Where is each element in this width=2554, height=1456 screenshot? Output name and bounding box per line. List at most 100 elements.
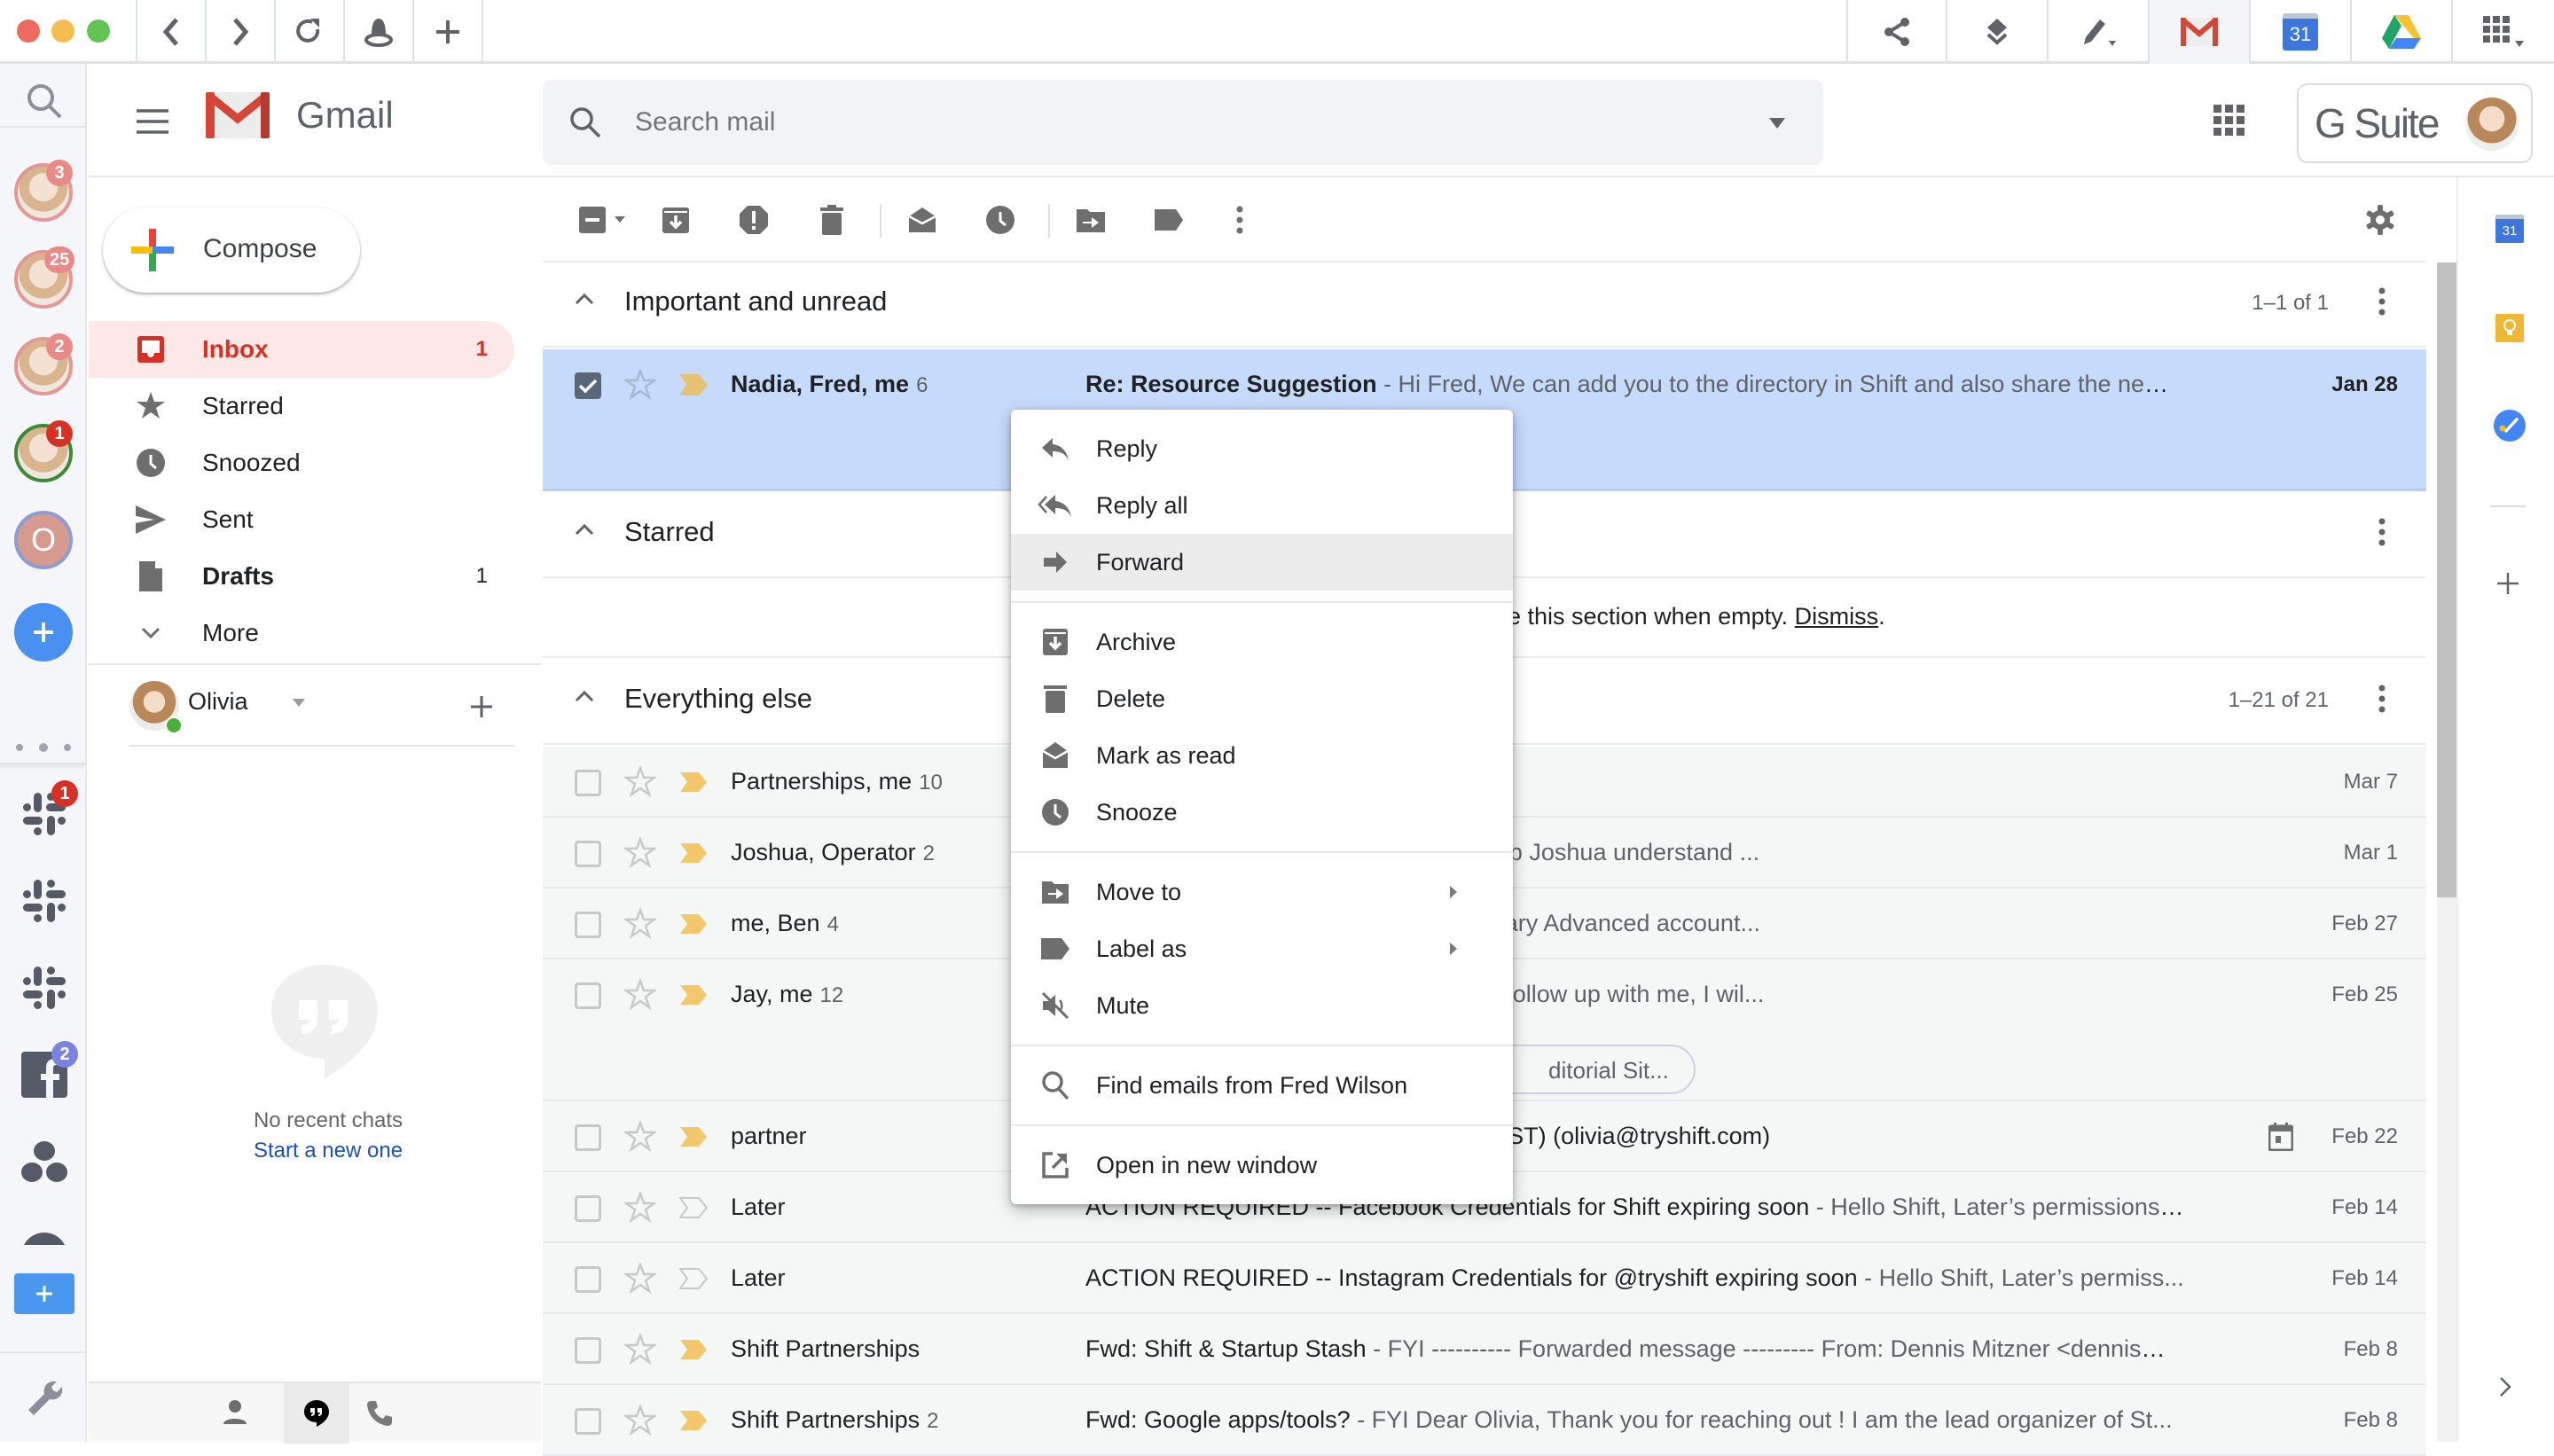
row-checkbox[interactable] (575, 982, 601, 1009)
search-options-dropdown-icon[interactable] (1768, 117, 1786, 129)
menu-item-archive[interactable]: Archive (1011, 614, 1513, 670)
rail-app-slack-2[interactable] (20, 876, 69, 926)
important-marker-icon[interactable] (679, 374, 708, 395)
search-input[interactable] (635, 99, 1699, 145)
important-marker-icon[interactable] (679, 1126, 708, 1147)
important-marker-icon[interactable] (679, 984, 708, 1006)
select-dropdown-button[interactable] (575, 200, 637, 239)
rail-add-app-button[interactable] (14, 1273, 74, 1314)
gmail-app-button[interactable] (2150, 0, 2251, 64)
menu-item-move-to[interactable]: Move to (1011, 864, 1513, 920)
email-row[interactable]: Later ACTION REQUIRED -- Instagram Creden… (543, 1243, 2426, 1314)
share-button[interactable] (1846, 0, 1947, 64)
menu-item-reply-all[interactable]: Reply all (1011, 477, 1513, 534)
side-keep-button[interactable] (2495, 314, 2524, 342)
new-chat-button[interactable] (468, 693, 497, 722)
delete-button[interactable] (812, 200, 851, 239)
hangouts-tab[interactable] (284, 1383, 349, 1444)
compose-button[interactable]: Compose (103, 207, 360, 293)
contacts-tab[interactable] (222, 1399, 257, 1429)
nav-item-snoozed[interactable]: Snoozed (89, 434, 514, 491)
google-apps-button[interactable] (2213, 105, 2249, 140)
important-marker-icon[interactable] (679, 913, 708, 935)
rail-account-5[interactable]: O (14, 511, 73, 569)
side-calendar-button[interactable]: 31 (2495, 215, 2524, 243)
nav-item-inbox[interactable]: Inbox 1 (89, 321, 514, 378)
row-checkbox[interactable] (575, 1408, 601, 1435)
report-spam-button[interactable] (734, 200, 773, 239)
email-row[interactable]: Shift Partnerships Fwd: Shift & Startup S… (543, 1314, 2426, 1385)
collapse-section-icon[interactable] (575, 523, 594, 536)
collapse-section-icon[interactable] (575, 690, 594, 702)
label-button[interactable] (1149, 200, 1188, 239)
star-toggle-icon[interactable] (624, 1263, 656, 1295)
start-new-chat-link[interactable]: Start a new one (89, 1139, 541, 1163)
user-status-dropdown-icon[interactable] (293, 699, 305, 707)
menu-item-find-emails-from-fred-wilson[interactable]: Find emails from Fred Wilson (1011, 1057, 1513, 1114)
star-toggle-icon[interactable] (624, 979, 656, 1011)
email-row[interactable]: Shift Partnerships 2 Fwd: Google apps/tool… (543, 1385, 2426, 1456)
row-checkbox-checked[interactable] (575, 372, 601, 399)
apps-menu-button[interactable] (2453, 0, 2554, 64)
menu-item-label-as[interactable]: Label as (1011, 920, 1513, 977)
side-panel-toggle-button[interactable] (2499, 1376, 2517, 1403)
row-checkbox[interactable] (575, 1266, 601, 1293)
menu-item-open-in-new-window[interactable]: Open in new window (1011, 1137, 1513, 1194)
star-toggle-icon[interactable] (624, 369, 656, 401)
menu-item-delete[interactable]: Delete (1011, 670, 1513, 727)
more-actions-button[interactable] (1220, 200, 1259, 239)
star-toggle-icon[interactable] (624, 1192, 656, 1224)
forward-button[interactable] (207, 0, 276, 64)
section-options-icon[interactable] (2378, 518, 2386, 546)
side-add-addon-button[interactable] (2495, 571, 2522, 598)
menu-item-snooze[interactable]: Snooze (1011, 784, 1513, 841)
add-account-button[interactable] (14, 603, 73, 661)
side-tasks-button[interactable] (2494, 410, 2526, 442)
section-options-icon[interactable] (2378, 287, 2386, 316)
star-toggle-icon[interactable] (624, 1121, 656, 1153)
important-marker-icon[interactable] (679, 842, 708, 864)
search-bar[interactable] (543, 80, 1823, 165)
row-checkbox[interactable] (575, 1195, 601, 1222)
star-toggle-icon[interactable] (624, 766, 656, 798)
nav-item-drafts[interactable]: Drafts 1 (89, 548, 514, 605)
calendar-invite-icon[interactable] (2268, 1123, 2293, 1151)
menu-item-forward[interactable]: Forward (1011, 534, 1513, 591)
menu-item-reply[interactable]: Reply (1011, 420, 1513, 477)
star-toggle-icon[interactable] (624, 837, 656, 869)
rail-search-button[interactable] (20, 76, 69, 126)
scrollbar-thumb[interactable] (2437, 262, 2456, 897)
incognito-button[interactable] (345, 0, 414, 64)
archive-button[interactable] (656, 200, 695, 239)
rail-app-group[interactable] (20, 1137, 69, 1186)
row-checkbox[interactable] (575, 841, 601, 867)
drive-app-button[interactable] (2352, 0, 2453, 64)
row-checkbox[interactable] (575, 912, 601, 938)
collapse-section-icon[interactable] (575, 293, 594, 305)
nav-item-sent[interactable]: Sent (89, 491, 514, 548)
mark-as-read-button[interactable] (903, 200, 942, 239)
reload-button[interactable] (276, 0, 345, 64)
snooze-button[interactable] (981, 200, 1020, 239)
row-checkbox[interactable] (575, 770, 601, 796)
important-marker-icon[interactable] (679, 771, 708, 793)
nav-item-more[interactable]: More (89, 605, 514, 661)
important-marker-icon[interactable] (679, 1197, 708, 1218)
calendar-app-button[interactable]: 31 (2251, 0, 2352, 64)
menu-item-mute[interactable]: Mute (1011, 977, 1513, 1034)
important-marker-icon[interactable] (679, 1268, 708, 1289)
dismiss-link[interactable]: Dismiss (1795, 603, 1879, 630)
nav-item-starred[interactable]: Starred (89, 378, 514, 434)
move-to-button[interactable] (1071, 200, 1110, 239)
account-switcher[interactable]: G Suite (2297, 83, 2533, 163)
star-toggle-icon[interactable] (624, 1405, 656, 1436)
back-button[interactable] (137, 0, 207, 64)
rail-settings-button[interactable] (20, 1371, 69, 1421)
main-menu-button[interactable] (135, 103, 170, 138)
important-marker-icon[interactable] (679, 1410, 708, 1431)
layers-button[interactable] (1947, 0, 2049, 64)
row-checkbox[interactable] (575, 1337, 601, 1364)
pen-menu-button[interactable] (2049, 0, 2150, 64)
menu-item-mark-as-read[interactable]: Mark as read (1011, 727, 1513, 784)
settings-button[interactable] (2361, 200, 2400, 239)
